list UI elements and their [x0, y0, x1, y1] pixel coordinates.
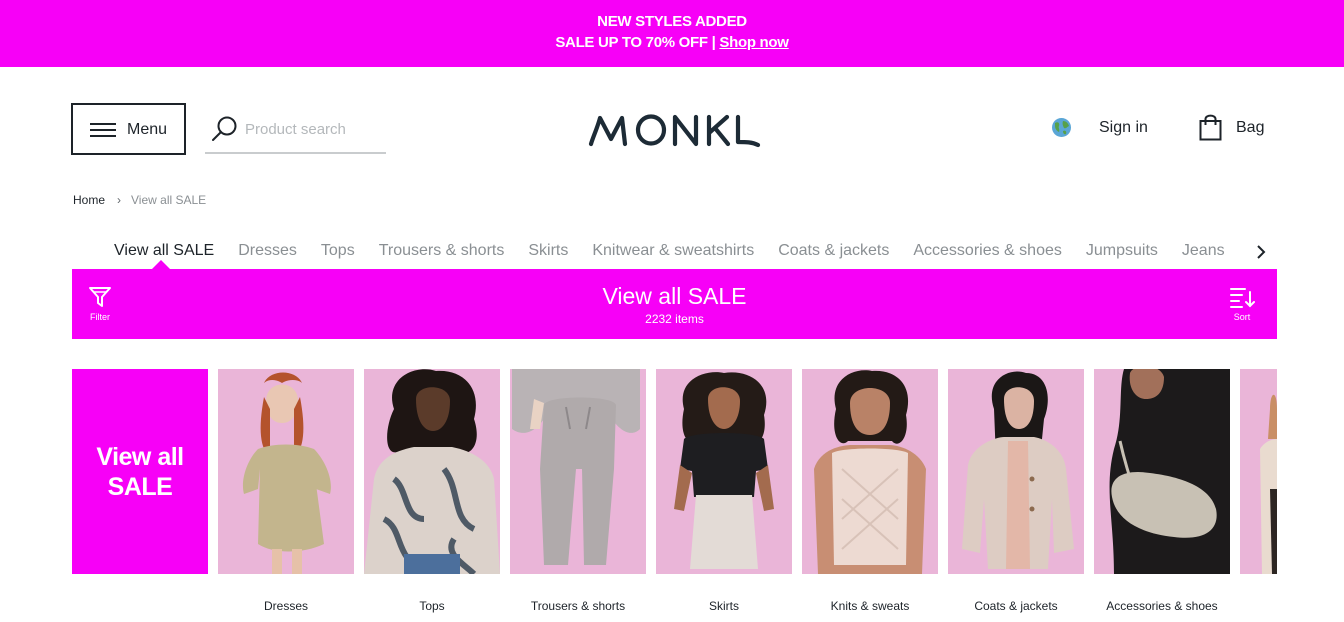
category-label-trousers-shorts[interactable]: Trousers & shorts [510, 599, 646, 613]
sort-button[interactable]: Sort [1228, 286, 1256, 322]
promo-sale-text: SALE UP TO 70% OFF | [555, 34, 720, 51]
category-label-knits-sweats[interactable]: Knits & sweats [802, 599, 938, 613]
breadcrumb-separator: › [117, 193, 122, 207]
product-search [205, 108, 386, 154]
tab-accessories-shoes[interactable]: Accessories & shoes [913, 242, 1062, 264]
globe-icon[interactable] [1051, 117, 1072, 138]
knits-model-image [814, 370, 926, 574]
coats-model-image [962, 371, 1074, 569]
accessories-model-image [1109, 369, 1230, 574]
category-tile-coats-jackets[interactable] [948, 369, 1084, 574]
category-tabs: View all SALE Dresses Tops Trousers & sh… [114, 242, 1249, 264]
category-tile-accessories-shoes[interactable] [1094, 369, 1230, 574]
tops-model-image [364, 369, 500, 574]
promo-line-2: SALE UP TO 70% OFF | Shop now [0, 34, 1344, 51]
tab-tops[interactable]: Tops [321, 242, 355, 264]
active-tab-indicator [152, 260, 170, 269]
sort-label: Sort [1233, 312, 1251, 322]
menu-label: Menu [127, 121, 168, 138]
shop-now-link[interactable]: Shop now [719, 34, 789, 51]
breadcrumb-current: View all SALE [131, 193, 207, 207]
tab-dresses[interactable]: Dresses [238, 242, 297, 264]
sign-in-link[interactable]: Sign in [1099, 119, 1148, 137]
category-label-skirts[interactable]: Skirts [656, 599, 792, 613]
category-tile-dresses[interactable] [218, 369, 354, 574]
tab-skirts[interactable]: Skirts [528, 242, 568, 264]
category-tile-knits-sweats[interactable] [802, 369, 938, 574]
dresses-model-image [242, 372, 331, 574]
search-input[interactable] [245, 118, 380, 140]
skirts-model-image [674, 372, 774, 569]
item-count: 2232 items [645, 312, 704, 326]
category-tile-skirts[interactable] [656, 369, 792, 574]
promo-line-1: NEW STYLES ADDED [597, 13, 747, 30]
bag-icon[interactable] [1199, 113, 1222, 141]
view-all-tile-label: View all SALE [96, 442, 184, 501]
tab-knitwear-sweatshirts[interactable]: Knitwear & sweatshirts [592, 242, 754, 264]
promo-banner: NEW STYLES ADDED SALE UP TO 70% OFF | Sh… [0, 0, 1344, 67]
sale-title: View all SALE [602, 283, 747, 309]
tab-jumpsuits[interactable]: Jumpsuits [1086, 242, 1158, 264]
tab-jeans[interactable]: Jeans [1182, 242, 1225, 264]
category-label-dresses[interactable]: Dresses [218, 599, 354, 613]
chevron-right-icon[interactable] [1253, 243, 1269, 261]
category-label-accessories-shoes[interactable]: Accessories & shoes [1094, 599, 1230, 613]
breadcrumb-home[interactable]: Home [73, 193, 105, 207]
sale-header-bar: Filter View all SALE 2232 items Sort [72, 260, 1277, 339]
category-label-tops[interactable]: Tops [364, 599, 500, 613]
tab-trousers-shorts[interactable]: Trousers & shorts [379, 242, 505, 264]
search-icon [212, 116, 237, 141]
bag-label[interactable]: Bag [1236, 119, 1264, 137]
category-tile-tops[interactable] [364, 369, 500, 574]
category-tile-partial[interactable] [1240, 369, 1277, 574]
menu-button[interactable]: Menu [71, 103, 186, 155]
category-label-coats-jackets[interactable]: Coats & jackets [948, 599, 1084, 613]
tab-coats-jackets[interactable]: Coats & jackets [778, 242, 889, 264]
sort-icon [1230, 288, 1255, 308]
breadcrumb: Home › View all SALE [73, 193, 206, 207]
view-all-sale-tile[interactable]: View all SALE [72, 369, 208, 574]
monki-logo[interactable] [588, 109, 762, 151]
hamburger-icon [90, 123, 116, 137]
category-tile-trousers-shorts[interactable] [510, 369, 646, 574]
trousers-model-image [512, 369, 640, 565]
partial-model-image [1260, 394, 1277, 574]
